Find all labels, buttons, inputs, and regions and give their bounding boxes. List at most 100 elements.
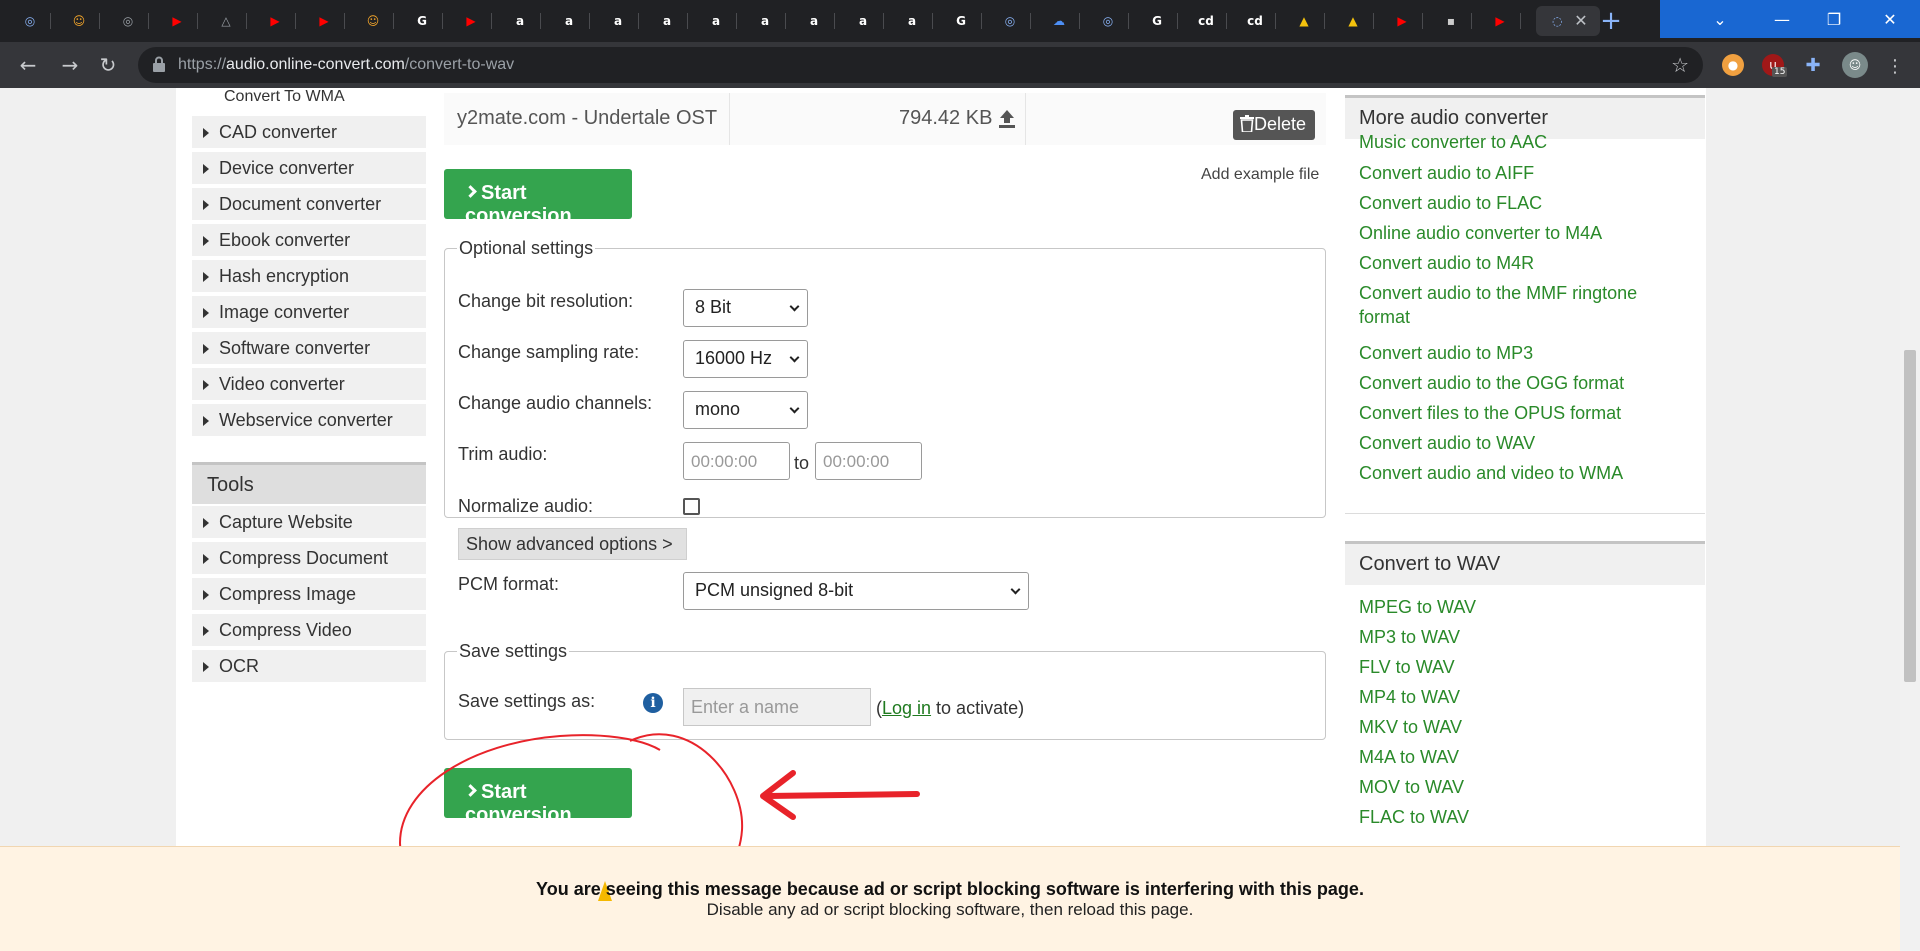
new-tab-icon[interactable]: +: [1598, 8, 1624, 35]
close-tab-icon[interactable]: ✕: [1574, 11, 1587, 31]
tool-item[interactable]: OCR: [192, 650, 426, 684]
tab[interactable]: a: [696, 6, 737, 36]
trim-end-input[interactable]: 00:00:00: [815, 442, 922, 480]
ublock-icon[interactable]: u 15: [1762, 54, 1788, 77]
tab[interactable]: ▲: [1333, 6, 1374, 36]
tool-item[interactable]: Capture Website: [192, 506, 426, 540]
scrollbar-thumb[interactable]: [1904, 350, 1916, 682]
tab[interactable]: a: [843, 6, 884, 36]
wav-converter-link[interactable]: MP4 to WAV: [1359, 685, 1679, 709]
tab[interactable]: ▪: [1431, 6, 1472, 36]
delete-button[interactable]: Delete: [1233, 110, 1315, 140]
sidebar-item[interactable]: Document converter: [192, 188, 426, 222]
tab[interactable]: ▶: [1382, 6, 1423, 36]
tab[interactable]: a: [598, 6, 639, 36]
tab-active[interactable]: ◌ ✕: [1536, 6, 1600, 36]
sidebar-item[interactable]: Video converter: [192, 368, 426, 402]
tab[interactable]: G: [941, 6, 982, 36]
bit-resolution-select[interactable]: 8 Bit: [683, 289, 808, 327]
audio-converter-link[interactable]: Convert audio and video to WMA: [1359, 461, 1679, 485]
bookmark-star-icon[interactable]: ☆: [1671, 53, 1689, 77]
pcm-format-select[interactable]: PCM unsigned 8-bit: [683, 572, 1029, 610]
login-link[interactable]: Log in: [882, 698, 931, 718]
close-window-icon[interactable]: ✕: [1862, 0, 1918, 38]
wav-converter-link[interactable]: MPEG to WAV: [1359, 595, 1679, 619]
lock-icon: [153, 56, 165, 72]
audio-converter-link[interactable]: Convert audio to FLAC: [1359, 191, 1679, 215]
info-icon[interactable]: i: [643, 693, 663, 713]
reload-icon[interactable]: ↻: [94, 51, 122, 79]
back-icon[interactable]: ←: [14, 51, 42, 79]
audio-channels-select[interactable]: mono: [683, 391, 808, 429]
page-scrollbar[interactable]: [1900, 88, 1920, 951]
tab[interactable]: cd: [1186, 6, 1227, 36]
wav-converter-link[interactable]: MKV to WAV: [1359, 715, 1679, 739]
sidebar-item[interactable]: Hash encryption: [192, 260, 426, 294]
tool-item[interactable]: Compress Document: [192, 542, 426, 576]
tab[interactable]: ▶: [255, 6, 296, 36]
audio-converter-link[interactable]: Convert audio to MP3: [1359, 341, 1679, 365]
extensions-puzzle-icon[interactable]: ✚: [1802, 54, 1824, 76]
normalize-audio-checkbox[interactable]: [683, 498, 700, 515]
wav-converter-link[interactable]: M4A to WAV: [1359, 745, 1679, 769]
show-advanced-options-button[interactable]: Show advanced options >: [458, 528, 687, 560]
tab[interactable]: a: [745, 6, 786, 36]
menu-dots-icon[interactable]: ⋮: [1886, 56, 1904, 77]
extension-icon[interactable]: ●: [1722, 54, 1744, 76]
add-example-file-link[interactable]: Add example file: [1201, 166, 1319, 184]
sidebar-item[interactable]: Device converter: [192, 152, 426, 186]
tab-search-icon[interactable]: ⌄: [1692, 0, 1748, 38]
start-conversion-button-top[interactable]: Start conversion: [444, 169, 632, 227]
settings-name-input[interactable]: Enter a name: [683, 688, 871, 726]
tab[interactable]: a: [500, 6, 541, 36]
forward-icon[interactable]: →: [56, 51, 84, 79]
wav-converter-link[interactable]: FLAC to WAV: [1359, 805, 1679, 829]
tab[interactable]: ▲: [1284, 6, 1325, 36]
tab[interactable]: ☺: [59, 6, 100, 36]
profile-avatar-icon[interactable]: ☺: [1842, 52, 1868, 78]
sidebar-item[interactable]: Webservice converter: [192, 404, 426, 438]
tab[interactable]: ▶: [1480, 6, 1521, 36]
restore-icon[interactable]: ❐: [1806, 0, 1862, 38]
tab[interactable]: ☁: [1039, 6, 1080, 36]
tab[interactable]: △: [206, 6, 247, 36]
minimize-icon[interactable]: —: [1754, 0, 1810, 38]
tab[interactable]: G: [402, 6, 443, 36]
sidebar-sub-item[interactable]: Convert To WMA: [224, 88, 345, 106]
tab[interactable]: G: [1137, 6, 1178, 36]
tab[interactable]: ▶: [157, 6, 198, 36]
tab[interactable]: ◎: [990, 6, 1031, 36]
tab[interactable]: ▶: [304, 6, 345, 36]
trim-start-input[interactable]: 00:00:00: [683, 442, 790, 480]
audio-converter-link[interactable]: Convert audio to the MMF ringtone format: [1359, 281, 1679, 329]
tool-item[interactable]: Compress Image: [192, 578, 426, 612]
audio-converter-link[interactable]: Convert audio to M4R: [1359, 251, 1679, 275]
audio-converter-link[interactable]: Convert files to the OPUS format: [1359, 401, 1679, 425]
address-bar[interactable]: https://audio.online-convert.com/convert…: [138, 47, 1703, 83]
wav-converter-link[interactable]: FLV to WAV: [1359, 655, 1679, 679]
audio-converter-link[interactable]: Convert audio to WAV: [1359, 431, 1679, 455]
wav-converter-link[interactable]: MP3 to WAV: [1359, 625, 1679, 649]
tab[interactable]: a: [892, 6, 933, 36]
sidebar-item[interactable]: CAD converter: [192, 116, 426, 150]
tab[interactable]: ◎: [10, 6, 51, 36]
start-conversion-button-bottom[interactable]: Start conversion: [444, 768, 632, 826]
tab[interactable]: ☺: [353, 6, 394, 36]
audio-converter-link[interactable]: Music converter to AAC: [1359, 130, 1679, 154]
audio-converter-link[interactable]: Online audio converter to M4A: [1359, 221, 1679, 245]
sidebar-item[interactable]: Image converter: [192, 296, 426, 330]
tab[interactable]: ◎: [108, 6, 149, 36]
tool-item[interactable]: Compress Video: [192, 614, 426, 648]
audio-converter-link[interactable]: Convert audio to the OGG format: [1359, 371, 1679, 395]
tab[interactable]: ▶: [451, 6, 492, 36]
audio-converter-link[interactable]: Convert audio to AIFF: [1359, 161, 1679, 185]
tab[interactable]: a: [647, 6, 688, 36]
tab[interactable]: cd: [1235, 6, 1276, 36]
tab[interactable]: ◎: [1088, 6, 1129, 36]
tab[interactable]: a: [794, 6, 835, 36]
sampling-rate-select[interactable]: 16000 Hz: [683, 340, 808, 378]
tab[interactable]: a: [549, 6, 590, 36]
wav-converter-link[interactable]: MOV to WAV: [1359, 775, 1679, 799]
sidebar-item[interactable]: Ebook converter: [192, 224, 426, 258]
sidebar-item[interactable]: Software converter: [192, 332, 426, 366]
